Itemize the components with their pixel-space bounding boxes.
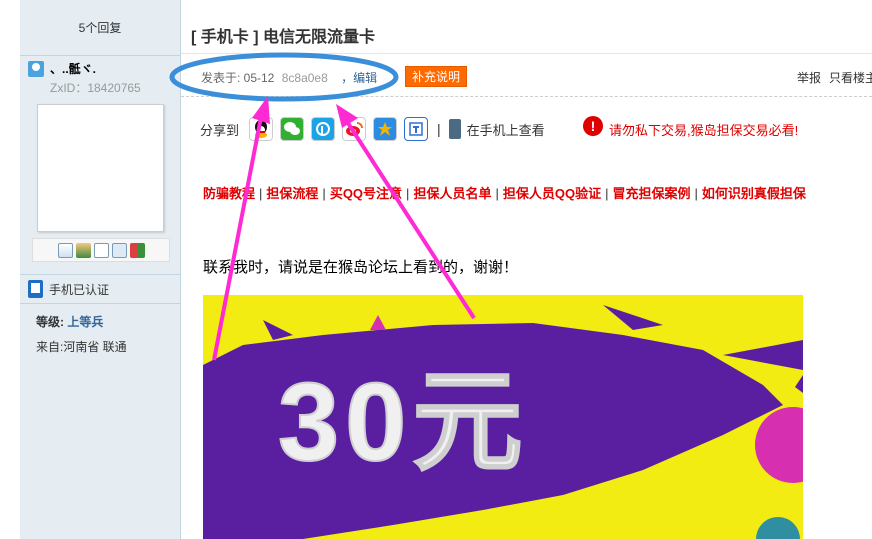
link-escrow-staff-list[interactable]: 担保人员名单 xyxy=(413,186,491,201)
wechat-icon[interactable] xyxy=(280,117,305,141)
reply-count-box: 5个回复 xyxy=(20,0,180,56)
link-separator: | xyxy=(694,186,698,201)
warning-icon: ! xyxy=(583,116,603,136)
qq-icon[interactable] xyxy=(249,117,274,141)
level-label: 等级: xyxy=(36,315,64,329)
warning-text[interactable]: 请勿私下交易,猴岛担保交易必看! xyxy=(609,120,798,139)
link-separator: | xyxy=(406,186,410,201)
blocks-icon[interactable] xyxy=(129,242,145,258)
tieba-icon[interactable] xyxy=(404,117,429,141)
only-author-link[interactable]: 只看楼主 xyxy=(829,69,872,86)
share-row: 分享到 | 在手机上查看 xyxy=(200,116,545,142)
avatar[interactable] xyxy=(37,104,164,232)
link-buy-qq-notes[interactable]: 买QQ号注意 xyxy=(330,186,402,201)
link-identify-fake-escrow[interactable]: 如何识别真假担保 xyxy=(702,186,806,201)
report-link[interactable]: 举报 xyxy=(797,69,821,86)
link-anti-fraud[interactable]: 防骗教程 xyxy=(203,186,255,201)
link-escrow-qq-verify[interactable]: 担保人员QQ验证 xyxy=(503,186,601,201)
safety-links: 防骗教程 | 担保流程 | 买QQ号注意 | 担保人员名单 | 担保人员QQ验证 | 冒充担保案例 |… xyxy=(203,183,806,202)
left-gutter xyxy=(0,0,20,539)
level-value[interactable]: 上等兵 xyxy=(67,315,103,329)
profile-icon[interactable] xyxy=(111,242,127,258)
phone-verified-label: 手机已认证 xyxy=(49,282,110,297)
view-on-mobile-link[interactable]: 在手机上查看 xyxy=(467,120,545,139)
link-fake-escrow-cases[interactable]: 冒充担保案例 xyxy=(612,186,690,201)
link-escrow-flow[interactable]: 担保流程 xyxy=(266,186,318,201)
supplement-button[interactable]: 补充说明 xyxy=(405,66,467,87)
user-tool-bar xyxy=(32,238,170,262)
link-separator: | xyxy=(495,186,499,201)
user-id: ZxID：18420765 xyxy=(50,81,141,95)
location: 来自:河南省 联通 xyxy=(36,340,127,354)
post-code: 8c8a0e8 xyxy=(281,71,328,85)
level-row: 等级: 上等兵 xyxy=(36,313,103,330)
mail-icon[interactable] xyxy=(57,242,73,258)
user-icon xyxy=(28,60,44,77)
promo-image: 30元 xyxy=(203,295,803,539)
reply-count: 5个回复 xyxy=(78,21,122,35)
username[interactable]: 、..骶ヾ. xyxy=(50,60,96,77)
divider xyxy=(20,303,181,304)
promo-big-text: 30元 xyxy=(278,361,528,484)
contact-notice: 联系我时，请说是在猴岛论坛上看到的，谢谢！ xyxy=(203,259,519,276)
post-meta-bar: 发表于: 05-12 8c8a0e8 ，编辑 补充说明 举报 只看楼主 xyxy=(181,55,872,97)
post-title: [ 手机卡 ] 电信无限流量卡 xyxy=(191,29,375,46)
user-row[interactable]: 、..骶ヾ. xyxy=(28,60,96,77)
mobile-icon[interactable] xyxy=(448,119,461,139)
link-separator: | xyxy=(322,186,326,201)
post-date: 发表于: 05-12 xyxy=(201,71,275,85)
add-friend-icon[interactable] xyxy=(75,242,91,258)
share-label: 分享到 xyxy=(200,122,240,138)
edit-link[interactable]: ，编辑 xyxy=(341,71,377,85)
user-sidebar: 5个回复 、..骶ヾ. ZxID：18420765 手机已认证 等级: 上等兵 … xyxy=(20,0,181,539)
share-separator: | xyxy=(437,121,441,137)
weibo-icon[interactable] xyxy=(342,117,367,141)
view-icon[interactable] xyxy=(93,242,109,258)
link-separator: | xyxy=(259,186,263,201)
post-meta: 发表于: 05-12 8c8a0e8 ，编辑 xyxy=(201,69,377,86)
qzone-icon[interactable] xyxy=(373,117,398,141)
post-title-bar: [ 手机卡 ] 电信无限流量卡 xyxy=(181,14,872,54)
pengyou-icon[interactable] xyxy=(311,117,336,141)
phone-icon xyxy=(28,280,43,298)
phone-verified-row: 手机已认证 xyxy=(28,280,109,298)
link-separator: | xyxy=(605,186,609,201)
divider xyxy=(20,274,181,275)
